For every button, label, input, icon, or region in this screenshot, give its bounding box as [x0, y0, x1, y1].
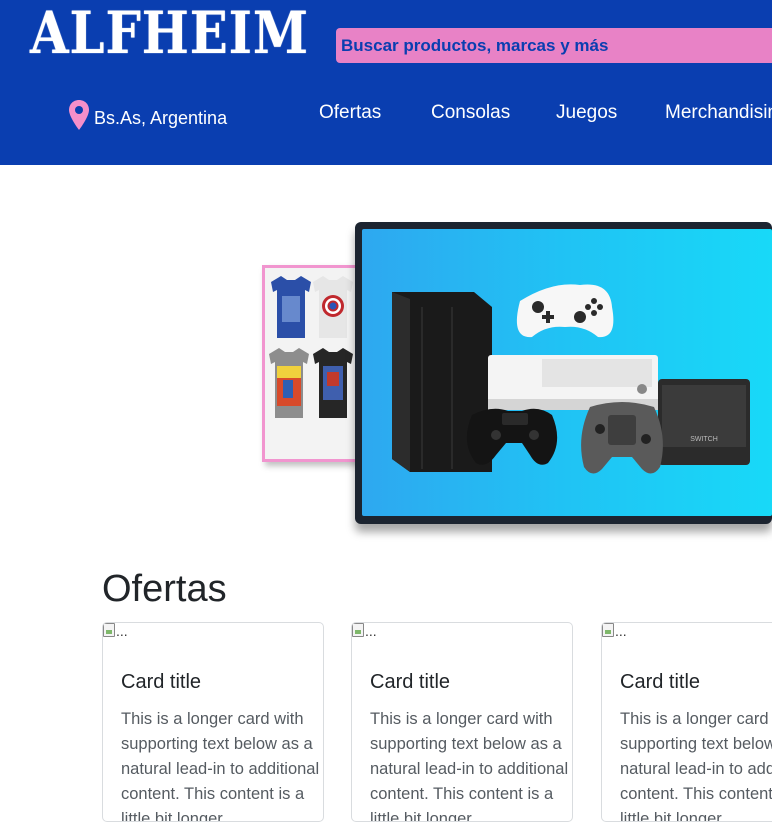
- card-image-alt: ...: [615, 623, 627, 639]
- broken-image-icon: [602, 623, 614, 637]
- broken-image-icon: [103, 623, 115, 637]
- offer-card[interactable]: ... Card title This is a longer card wit…: [351, 622, 573, 822]
- card-title: Card title: [620, 671, 701, 693]
- broken-image-icon: [352, 623, 364, 637]
- card-image: ...: [103, 623, 128, 639]
- offer-card[interactable]: ... Card title This is a longer card wit…: [102, 622, 324, 822]
- consoles-image: SWITCH: [392, 284, 750, 474]
- search-input[interactable]: [336, 28, 772, 63]
- nav-item-ofertas[interactable]: Ofertas: [319, 102, 381, 124]
- location-label: Bs.As, Argentina: [94, 107, 228, 128]
- card-image-alt: ...: [365, 623, 377, 639]
- tshirts-image: [265, 268, 355, 459]
- card-text: This is a longer card with supporting te…: [121, 710, 320, 822]
- card-text: This is a longer card with supporting te…: [370, 710, 569, 822]
- card-title: Card title: [370, 671, 451, 693]
- svg-text:SWITCH: SWITCH: [690, 436, 718, 443]
- location-selector[interactable]: Bs.As, Argentina: [68, 99, 228, 134]
- card-image: ...: [352, 623, 377, 639]
- nav-item-merchandising[interactable]: Merchandising: [665, 102, 772, 124]
- card-image-alt: ...: [116, 623, 128, 639]
- nav-item-consolas[interactable]: Consolas: [431, 102, 510, 124]
- tshirts-promo-slide[interactable]: [262, 265, 358, 462]
- offer-card[interactable]: ... Card title This is a longer card wit…: [601, 622, 772, 822]
- card-image: ...: [602, 623, 627, 639]
- brand-logo[interactable]: ALFHEIM: [30, 4, 309, 62]
- card-text: This is a longer card with supporting te…: [620, 710, 772, 822]
- consoles-promo-slide[interactable]: SWITCH: [355, 222, 772, 524]
- card-title: Card title: [121, 671, 202, 693]
- map-pin-icon: [68, 99, 90, 138]
- nav-item-juegos[interactable]: Juegos: [556, 102, 617, 124]
- site-header: ALFHEIM Bs.As, Argentina Ofertas Consola…: [0, 0, 772, 165]
- offers-section-title: Ofertas: [102, 568, 227, 610]
